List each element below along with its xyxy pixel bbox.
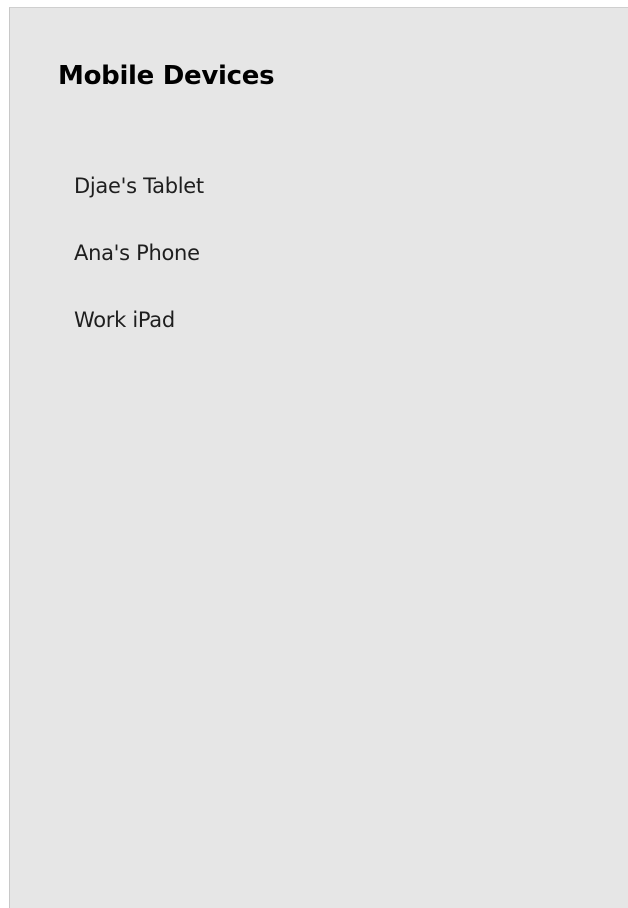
device-item-anas-phone[interactable]: Ana's Phone (74, 230, 204, 297)
device-item-work-ipad[interactable]: Work iPad (74, 297, 204, 364)
device-item-djaes-tablet[interactable]: Djae's Tablet (74, 163, 204, 230)
mobile-devices-panel: Mobile Devices Djae's Tablet Ana's Phone… (9, 7, 628, 908)
device-list: Djae's Tablet Ana's Phone Work iPad (74, 163, 204, 364)
panel-title: Mobile Devices (58, 61, 275, 91)
